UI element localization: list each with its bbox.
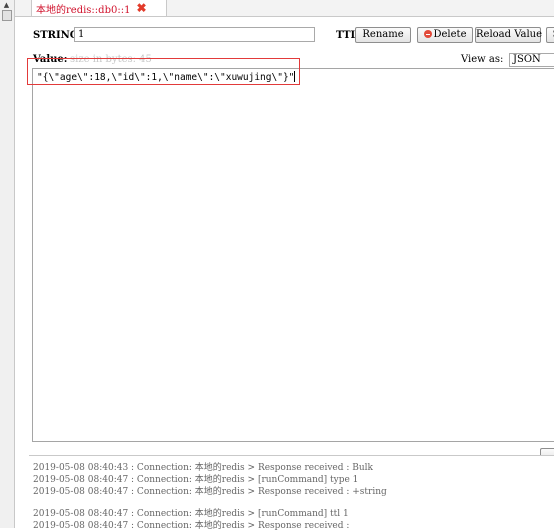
- key-header-row: STRING: 1 TTL: -1 Rename Delete Reload V…: [33, 27, 554, 45]
- more-button[interactable]: S: [546, 27, 554, 43]
- reload-value-button[interactable]: Reload Value: [475, 27, 542, 43]
- view-as-select[interactable]: JSON: [509, 53, 554, 67]
- key-value-panel: STRING: 1 TTL: -1 Rename Delete Reload V…: [27, 20, 554, 528]
- console-log[interactable]: 2019-05-08 08:40:43 : Connection: 本地的red…: [29, 455, 554, 531]
- key-name-field[interactable]: 1: [74, 27, 315, 42]
- log-line: 2019-05-08 08:40:47 : Connection: 本地的red…: [33, 487, 387, 497]
- delete-icon: [423, 30, 432, 38]
- scroll-up-arrow-icon[interactable]: ▲: [2, 2, 11, 9]
- delete-button-label: Delete: [433, 29, 467, 40]
- highlight-box: [27, 58, 300, 85]
- view-as-label: View as:: [461, 54, 504, 65]
- log-line: 2019-05-08 08:40:47 : Connection: 本地的red…: [33, 521, 350, 531]
- delete-button[interactable]: Delete: [417, 27, 473, 43]
- scroll-thumb[interactable]: [2, 10, 12, 21]
- value-editor[interactable]: "{\"age\":18,\"id\":1,\"name\":\"xuwujin…: [32, 68, 554, 442]
- tab-strip: 本地的redis::db0::1 ✖: [15, 0, 554, 17]
- tab-title: 本地的redis::db0::1: [36, 4, 131, 16]
- left-scrollbar[interactable]: ▲: [0, 0, 15, 528]
- rename-button[interactable]: Rename: [355, 27, 411, 43]
- tab-key-1[interactable]: 本地的redis::db0::1 ✖: [31, 0, 167, 16]
- close-icon[interactable]: ✖: [136, 2, 146, 14]
